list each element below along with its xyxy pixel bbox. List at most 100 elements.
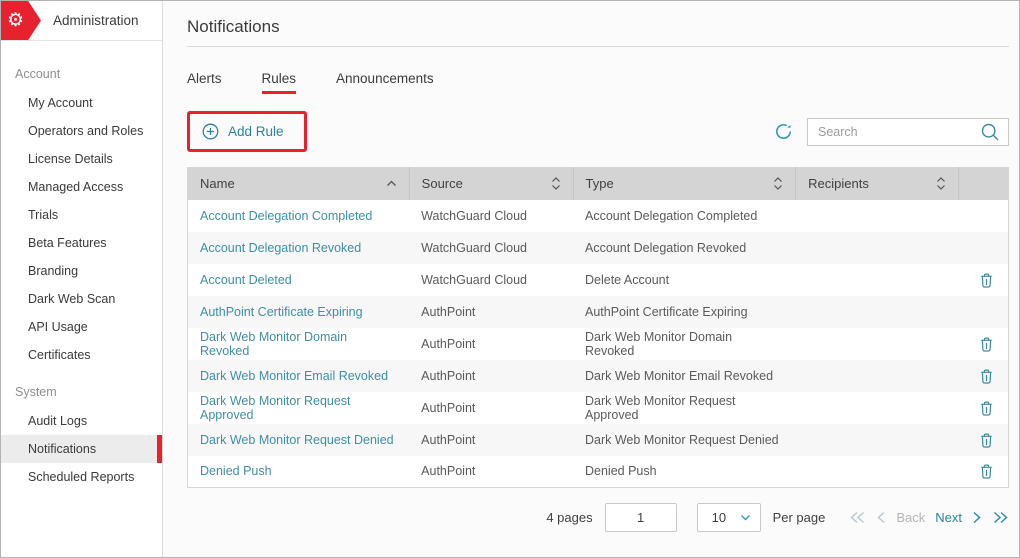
delete-rule-button[interactable] xyxy=(979,400,994,416)
search-icon[interactable] xyxy=(980,122,1000,142)
sidebar: ⚙ Administration Account My Account Oper… xyxy=(1,1,163,557)
sidebar-item-dark-web-scan[interactable]: Dark Web Scan xyxy=(1,285,162,313)
sidebar-item-audit-logs[interactable]: Audit Logs xyxy=(1,407,162,435)
rule-name-link[interactable]: Dark Web Monitor Email Revoked xyxy=(200,369,388,383)
cell-source: WatchGuard Cloud xyxy=(421,208,528,223)
table-row: Dark Web Monitor Email Revoked AuthPoint… xyxy=(187,359,1009,392)
table-row: Dark Web Monitor Request Approved AuthPo… xyxy=(188,392,1009,424)
rule-name-link[interactable]: Dark Web Monitor Domain Revoked xyxy=(200,330,347,358)
rules-table: Name Source Type Recipients Account Dele… xyxy=(187,167,1009,488)
table-row: Account Deleted WatchGuard Cloud Delete … xyxy=(188,264,1009,296)
cell-type: Denied Push xyxy=(585,464,657,479)
page-number-input[interactable] xyxy=(604,503,677,532)
cell-type: Account Delegation Completed xyxy=(585,208,758,223)
trash-icon xyxy=(979,368,994,384)
search-input[interactable] xyxy=(818,124,980,139)
refresh-icon xyxy=(773,121,794,142)
sidebar-item-api-usage[interactable]: API Usage xyxy=(1,313,162,341)
sidebar-item-beta-features[interactable]: Beta Features xyxy=(1,229,162,257)
table-header-row: Name Source Type Recipients xyxy=(187,167,1009,200)
column-header-actions xyxy=(958,167,1009,200)
cell-type: Dark Web Monitor Request Approved xyxy=(585,393,736,422)
cell-recipients xyxy=(796,456,959,488)
cell-recipients xyxy=(796,392,959,424)
column-header-name[interactable]: Name xyxy=(187,167,410,200)
sidebar-item-branding[interactable]: Branding xyxy=(1,257,162,285)
cell-actions xyxy=(958,424,1008,456)
next-button[interactable]: Next xyxy=(935,510,962,525)
cell-source: AuthPoint xyxy=(421,336,476,351)
delete-rule-button[interactable] xyxy=(979,463,994,479)
cell-actions xyxy=(958,456,1008,488)
cell-source: AuthPoint xyxy=(421,368,476,383)
sidebar-item-notifications[interactable]: Notifications xyxy=(1,435,162,463)
sort-both-icon xyxy=(551,176,561,191)
rule-name-link[interactable]: Dark Web Monitor Request Denied xyxy=(200,433,394,447)
tab-alerts[interactable]: Alerts xyxy=(187,71,222,94)
rule-name-link[interactable]: Account Delegation Completed xyxy=(200,209,372,223)
column-header-source[interactable]: Source xyxy=(409,167,574,200)
cell-source: AuthPoint xyxy=(421,400,476,415)
first-page-icon[interactable] xyxy=(849,511,866,524)
table-row: Account Delegation Revoked WatchGuard Cl… xyxy=(187,231,1009,264)
cell-source: AuthPoint xyxy=(421,432,476,447)
delete-rule-button[interactable] xyxy=(979,272,994,288)
cell-type: Dark Web Monitor Email Revoked xyxy=(585,368,774,383)
search-box xyxy=(807,117,1009,146)
sidebar-item-license-details[interactable]: License Details xyxy=(1,145,162,173)
sidebar-item-operators-and-roles[interactable]: Operators and Roles xyxy=(1,117,162,145)
toolbar: Add Rule xyxy=(187,111,1009,152)
sidebar-section-account: Account xyxy=(15,67,61,81)
prev-page-icon[interactable] xyxy=(876,511,886,524)
cell-actions xyxy=(958,392,1008,424)
rule-name-link[interactable]: Account Delegation Revoked xyxy=(200,241,361,255)
table-row: Account Delegation Completed WatchGuard … xyxy=(188,200,1009,232)
cell-recipients xyxy=(796,232,959,264)
sidebar-item-scheduled-reports[interactable]: Scheduled Reports xyxy=(1,463,162,491)
cell-source: AuthPoint xyxy=(421,464,476,479)
rule-name-link[interactable]: Account Deleted xyxy=(200,273,292,287)
cell-actions xyxy=(958,200,1008,232)
cell-recipients xyxy=(796,360,959,392)
rule-name-link[interactable]: Denied Push xyxy=(200,464,272,478)
trash-icon xyxy=(979,432,994,448)
sort-both-icon xyxy=(773,176,783,191)
tab-rules[interactable]: Rules xyxy=(261,71,297,94)
column-header-type[interactable]: Type xyxy=(573,167,797,200)
sort-asc-icon xyxy=(386,180,397,187)
cell-actions xyxy=(958,264,1008,296)
delete-rule-button[interactable] xyxy=(979,432,994,448)
table-row: Denied Push AuthPoint Denied Push xyxy=(188,456,1009,488)
last-page-icon[interactable] xyxy=(992,511,1009,524)
next-page-icon[interactable] xyxy=(972,511,982,524)
cell-recipients xyxy=(796,424,959,456)
rule-name-link[interactable]: AuthPoint Certificate Expiring xyxy=(200,305,363,319)
per-page-value: 10 xyxy=(711,510,727,525)
cell-source: AuthPoint xyxy=(421,304,476,319)
sidebar-item-my-account[interactable]: My Account xyxy=(1,89,162,117)
delete-rule-button[interactable] xyxy=(979,368,994,384)
add-rule-button[interactable]: Add Rule xyxy=(202,123,284,140)
tab-announcements[interactable]: Announcements xyxy=(336,71,434,94)
sidebar-section-system: System xyxy=(15,385,57,399)
cell-recipients xyxy=(796,200,959,232)
plus-circle-icon xyxy=(202,123,219,140)
trash-icon xyxy=(979,463,994,479)
sidebar-item-managed-access[interactable]: Managed Access xyxy=(1,173,162,201)
sidebar-item-trials[interactable]: Trials xyxy=(1,201,162,229)
cell-type: Dark Web Monitor Domain Revoked xyxy=(585,329,733,358)
main-content: Notifications Alerts Rules Announcements… xyxy=(163,1,1019,557)
annotation-highlight: Add Rule xyxy=(187,111,307,152)
trash-icon xyxy=(979,400,994,416)
sidebar-item-certificates[interactable]: Certificates xyxy=(1,341,162,369)
trash-icon xyxy=(979,336,994,352)
refresh-button[interactable] xyxy=(773,121,794,142)
per-page-select[interactable]: 10 xyxy=(696,503,761,532)
delete-rule-button[interactable] xyxy=(979,336,994,352)
back-button[interactable]: Back xyxy=(896,510,925,525)
column-header-recipients[interactable]: Recipients xyxy=(795,167,959,200)
sidebar-header: ⚙ Administration xyxy=(1,1,162,41)
sort-both-icon xyxy=(936,176,946,191)
trash-icon xyxy=(979,272,994,288)
rule-name-link[interactable]: Dark Web Monitor Request Approved xyxy=(200,394,351,422)
